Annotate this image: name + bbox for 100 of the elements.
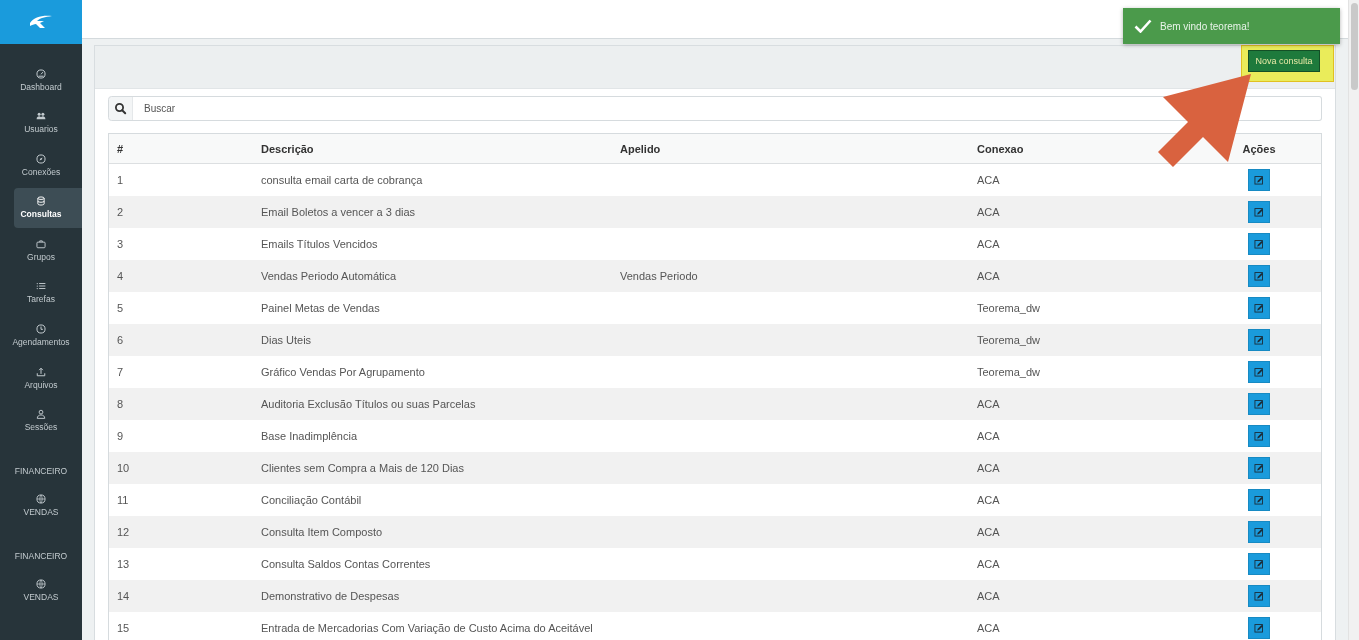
- edit-button[interactable]: [1248, 393, 1270, 415]
- table-cell-text: Teorema_dw: [976, 302, 1041, 314]
- column-header: Conexao: [976, 142, 1025, 155]
- table-cell-text: ACA: [976, 206, 1001, 218]
- edit-button[interactable]: [1248, 233, 1270, 255]
- edit-icon: [1254, 271, 1264, 281]
- table-cell-text: Painel Metas de Vendas: [260, 302, 381, 314]
- table-cell-text: 1: [116, 174, 125, 186]
- sidebar-item[interactable]: Grupos: [14, 230, 82, 271]
- table-cell-text: 5: [116, 302, 125, 314]
- section-label: FINANCEIRO: [14, 549, 68, 563]
- table-cell-text: 4: [116, 270, 125, 282]
- table-cell-text: 12: [116, 526, 131, 538]
- sidebar-item[interactable]: Tarefas: [14, 272, 82, 313]
- table-cell-text: Teorema_dw: [976, 366, 1041, 378]
- table-cell-text: Consulta Saldos Contas Correntes: [260, 558, 432, 570]
- table-cell-text: Consulta Item Composto: [260, 526, 384, 538]
- table-cell-text: Vendas Periodo: [619, 270, 699, 282]
- column-header: Descrição: [260, 142, 315, 155]
- table-cell-text: ACA: [976, 270, 1001, 282]
- table-cell-text: Conciliação Contábil: [260, 494, 363, 506]
- table-cell-text: 13: [116, 558, 131, 570]
- briefcase-icon: [36, 238, 46, 249]
- table-cell-text: consulta email carta de cobrança: [260, 174, 424, 186]
- edit-button[interactable]: [1248, 201, 1270, 223]
- edit-icon: [1254, 495, 1264, 505]
- edit-icon: [1254, 463, 1264, 473]
- edit-icon: [1254, 207, 1264, 217]
- sidebar-item[interactable]: Sessões: [14, 400, 82, 441]
- edit-button[interactable]: [1248, 169, 1270, 191]
- database-icon: [36, 196, 46, 207]
- edit-button[interactable]: [1248, 521, 1270, 543]
- table-cell-text: Base Inadimplência: [260, 430, 358, 442]
- table-cell-text: 15: [116, 622, 131, 634]
- edit-button[interactable]: [1248, 585, 1270, 607]
- table-cell-text: 10: [116, 462, 131, 474]
- compass-icon: [36, 153, 46, 164]
- list-icon: [36, 281, 46, 292]
- table-cell-text: Auditoria Exclusão Títulos ou suas Parcelas: [260, 398, 477, 410]
- table-cell-text: ACA: [976, 590, 1001, 602]
- new-query-button[interactable]: Nova consulta: [1248, 50, 1320, 72]
- column-header: Apelido: [619, 142, 662, 155]
- table-cell-text: Dias Uteis: [260, 334, 313, 346]
- table-cell-text: Entrada de Mercadorias Com Variação de Custo Acima do Aceitável: [260, 622, 594, 634]
- section-label: FINANCEIRO: [14, 464, 68, 478]
- column-header: Ações: [1241, 142, 1277, 155]
- globe-icon: [36, 494, 46, 505]
- table-cell-text: ACA: [976, 430, 1001, 442]
- sidebar-item[interactable]: Arquivos: [14, 358, 82, 399]
- edit-button[interactable]: [1248, 553, 1270, 575]
- table-cell-text: 2: [116, 206, 125, 218]
- table-cell-text: 6: [116, 334, 125, 346]
- sidebar-item[interactable]: VENDAS: [14, 570, 82, 611]
- toast-message: Bem vindo teorema!: [1160, 20, 1250, 32]
- table-cell-text: Emails Títulos Vencidos: [260, 238, 379, 250]
- edit-icon: [1254, 431, 1264, 441]
- edit-icon: [1254, 559, 1264, 569]
- table-cell-text: 9: [116, 430, 125, 442]
- table-cell-text: ACA: [976, 494, 1001, 506]
- edit-icon: [1254, 527, 1264, 537]
- edit-icon: [1254, 623, 1264, 633]
- edit-button[interactable]: [1248, 425, 1270, 447]
- users-icon: [36, 111, 46, 122]
- table-cell-text: ACA: [976, 526, 1001, 538]
- table-cell-text: 7: [116, 366, 125, 378]
- upload-icon: [36, 366, 46, 377]
- edit-icon: [1254, 591, 1264, 601]
- scrollbar-thumb[interactable]: [1350, 3, 1358, 90]
- sidebar-item[interactable]: Usuarios: [14, 102, 82, 143]
- table-cell-text: Vendas Periodo Automática: [260, 270, 398, 282]
- table-cell-text: ACA: [976, 558, 1001, 570]
- edit-icon: [1254, 175, 1264, 185]
- table-cell-text: 11: [116, 494, 130, 506]
- table-cell-text: ACA: [976, 622, 1001, 634]
- edit-icon: [1254, 239, 1264, 249]
- sidebar-item[interactable]: VENDAS: [14, 485, 82, 526]
- sidebar-item[interactable]: Consultas: [14, 187, 82, 228]
- table-cell-text: Email Boletos a vencer a 3 dias: [260, 206, 417, 218]
- sidebar-item[interactable]: Conexões: [14, 145, 82, 186]
- edit-button[interactable]: [1248, 457, 1270, 479]
- sidebar-item[interactable]: Agendamentos: [14, 315, 82, 356]
- edit-button[interactable]: [1248, 617, 1270, 639]
- edit-button[interactable]: [1248, 297, 1270, 319]
- table-cell-text: ACA: [976, 238, 1001, 250]
- table-cell-text: Clientes sem Compra a Mais de 120 Dias: [260, 462, 465, 474]
- edit-button[interactable]: [1248, 489, 1270, 511]
- table-cell-text: Demonstrativo de Despesas: [260, 590, 401, 602]
- edit-icon: [1254, 303, 1264, 313]
- check-icon: [1134, 19, 1152, 33]
- table-cell-text: ACA: [976, 398, 1001, 410]
- user-icon: [36, 409, 46, 420]
- column-header: #: [116, 142, 125, 155]
- edit-button[interactable]: [1248, 265, 1270, 287]
- search-field[interactable]: Buscar: [133, 96, 1322, 121]
- sidebar-item[interactable]: Dashboard: [14, 60, 82, 100]
- table-cell-text: 3: [116, 238, 125, 250]
- edit-button[interactable]: [1248, 361, 1270, 383]
- globe-icon: [36, 579, 46, 590]
- edit-icon: [1254, 399, 1264, 409]
- edit-button[interactable]: [1248, 329, 1270, 351]
